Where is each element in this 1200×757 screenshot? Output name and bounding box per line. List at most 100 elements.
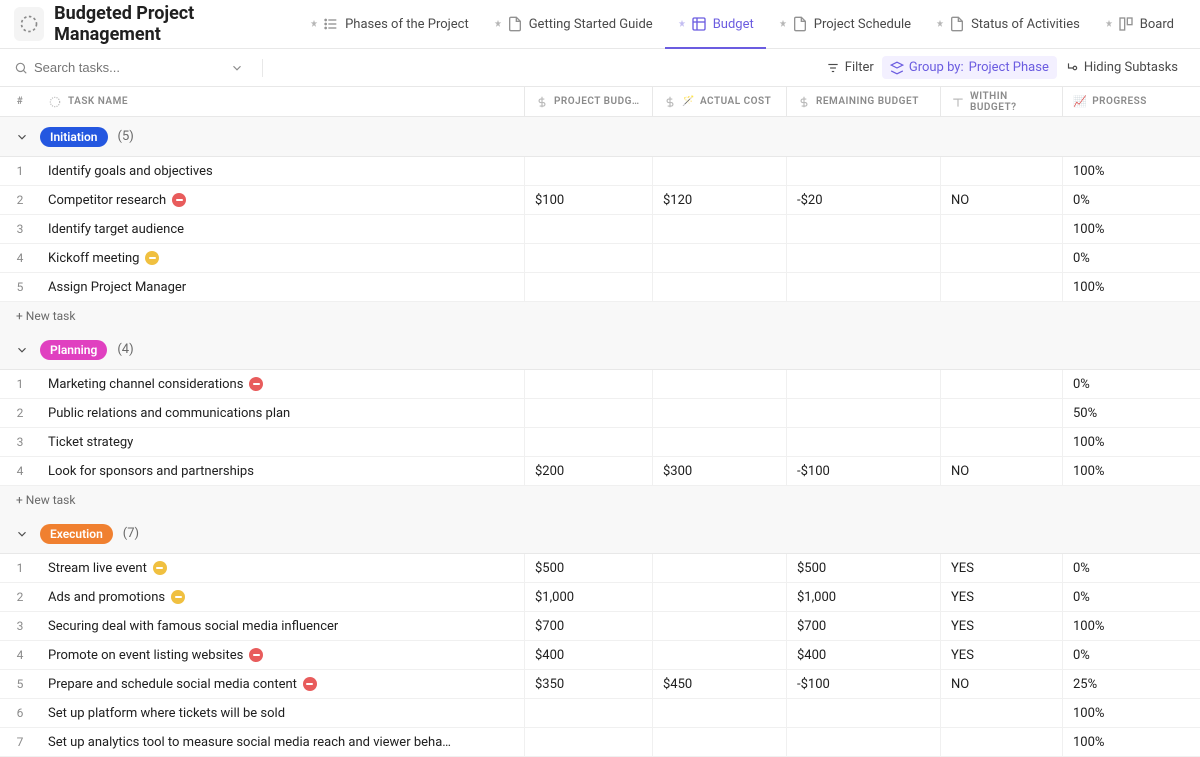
remaining-budget-cell[interactable] <box>786 157 940 185</box>
progress-cell[interactable]: 0% <box>1062 641 1200 669</box>
remaining-budget-cell[interactable]: -$100 <box>786 457 940 485</box>
actual-cost-cell[interactable] <box>652 370 786 398</box>
progress-cell[interactable]: 100% <box>1062 215 1200 243</box>
table-row[interactable]: 1Identify goals and objectives100% <box>0 157 1200 186</box>
tab-board[interactable]: Board <box>1092 0 1186 49</box>
remaining-budget-cell[interactable]: $700 <box>786 612 940 640</box>
remaining-budget-cell[interactable] <box>786 699 940 727</box>
table-row[interactable]: 3Ticket strategy100% <box>0 428 1200 457</box>
within-budget-cell[interactable]: YES <box>940 554 1062 582</box>
new-task-button[interactable]: + New task <box>0 486 1200 514</box>
table-row[interactable]: 4Promote on event listing websites$400$4… <box>0 641 1200 670</box>
filter-button[interactable]: Filter <box>818 56 882 79</box>
task-name-cell[interactable]: Identify goals and objectives <box>40 157 524 185</box>
progress-cell[interactable]: 100% <box>1062 699 1200 727</box>
task-name-cell[interactable]: Set up analytics tool to measure social … <box>40 728 524 756</box>
col-task-name[interactable]: TASK NAME <box>40 87 524 116</box>
table-row[interactable]: 3Identify target audience100% <box>0 215 1200 244</box>
table-row[interactable]: 2Public relations and communications pla… <box>0 399 1200 428</box>
table-row[interactable]: 4Kickoff meeting0% <box>0 244 1200 273</box>
col-actual-cost[interactable]: 🪄 ACTUAL COST <box>652 87 786 116</box>
table-row[interactable]: 7Set up analytics tool to measure social… <box>0 728 1200 757</box>
progress-cell[interactable]: 0% <box>1062 583 1200 611</box>
task-name-cell[interactable]: Competitor research <box>40 186 524 214</box>
actual-cost-cell[interactable] <box>652 273 786 301</box>
within-budget-cell[interactable] <box>940 273 1062 301</box>
task-name-cell[interactable]: Prepare and schedule social media conten… <box>40 670 524 698</box>
chevron-down-icon[interactable] <box>230 61 244 75</box>
remaining-budget-cell[interactable] <box>786 728 940 756</box>
task-name-cell[interactable]: Securing deal with famous social media i… <box>40 612 524 640</box>
remaining-budget-cell[interactable] <box>786 370 940 398</box>
chevron-down-icon[interactable] <box>14 129 30 145</box>
progress-cell[interactable]: 100% <box>1062 273 1200 301</box>
actual-cost-cell[interactable] <box>652 728 786 756</box>
actual-cost-cell[interactable] <box>652 399 786 427</box>
table-row[interactable]: 5Prepare and schedule social media conte… <box>0 670 1200 699</box>
remaining-budget-cell[interactable] <box>786 215 940 243</box>
actual-cost-cell[interactable] <box>652 583 786 611</box>
progress-cell[interactable]: 0% <box>1062 244 1200 272</box>
col-progress[interactable]: 📈 PROGRESS <box>1062 87 1200 116</box>
progress-cell[interactable]: 100% <box>1062 728 1200 756</box>
actual-cost-cell[interactable] <box>652 554 786 582</box>
remaining-budget-cell[interactable]: -$20 <box>786 186 940 214</box>
project-budget-cell[interactable] <box>524 728 652 756</box>
within-budget-cell[interactable] <box>940 728 1062 756</box>
project-budget-cell[interactable] <box>524 399 652 427</box>
actual-cost-cell[interactable] <box>652 244 786 272</box>
project-budget-cell[interactable] <box>524 157 652 185</box>
task-name-cell[interactable]: Assign Project Manager <box>40 273 524 301</box>
within-budget-cell[interactable] <box>940 428 1062 456</box>
table-row[interactable]: 3Securing deal with famous social media … <box>0 612 1200 641</box>
progress-cell[interactable]: 100% <box>1062 457 1200 485</box>
progress-cell[interactable]: 100% <box>1062 612 1200 640</box>
within-budget-cell[interactable] <box>940 244 1062 272</box>
within-budget-cell[interactable]: YES <box>940 583 1062 611</box>
task-name-cell[interactable]: Marketing channel considerations <box>40 370 524 398</box>
within-budget-cell[interactable]: YES <box>940 612 1062 640</box>
project-budget-cell[interactable]: $200 <box>524 457 652 485</box>
remaining-budget-cell[interactable] <box>786 244 940 272</box>
progress-cell[interactable]: 50% <box>1062 399 1200 427</box>
task-name-cell[interactable]: Public relations and communications plan <box>40 399 524 427</box>
col-remaining-budget[interactable]: REMAINING BUDGET <box>786 87 940 116</box>
col-project-budget[interactable]: PROJECT BUDG… <box>524 87 652 116</box>
table-row[interactable]: 1Stream live event$500$500YES0% <box>0 554 1200 583</box>
table-row[interactable]: 1Marketing channel considerations0% <box>0 370 1200 399</box>
actual-cost-cell[interactable] <box>652 215 786 243</box>
tab-budget[interactable]: Budget <box>665 0 766 49</box>
remaining-budget-cell[interactable]: $1,000 <box>786 583 940 611</box>
table-row[interactable]: 4Look for sponsors and partnerships$200$… <box>0 457 1200 486</box>
chevron-down-icon[interactable] <box>14 342 30 358</box>
tab-status-of-activities[interactable]: Status of Activities <box>923 0 1092 49</box>
actual-cost-cell[interactable] <box>652 157 786 185</box>
hiding-subtasks-button[interactable]: Hiding Subtasks <box>1057 56 1186 79</box>
within-budget-cell[interactable] <box>940 215 1062 243</box>
actual-cost-cell[interactable] <box>652 641 786 669</box>
group-header[interactable]: Execution(7) <box>0 514 1200 554</box>
project-budget-cell[interactable] <box>524 244 652 272</box>
groupby-button[interactable]: Group by: Project Phase <box>882 56 1057 79</box>
progress-cell[interactable]: 0% <box>1062 370 1200 398</box>
task-name-cell[interactable]: Promote on event listing websites <box>40 641 524 669</box>
within-budget-cell[interactable]: YES <box>940 641 1062 669</box>
actual-cost-cell[interactable] <box>652 428 786 456</box>
remaining-budget-cell[interactable] <box>786 273 940 301</box>
progress-cell[interactable]: 25% <box>1062 670 1200 698</box>
project-budget-cell[interactable] <box>524 370 652 398</box>
remaining-budget-cell[interactable] <box>786 399 940 427</box>
new-task-button[interactable]: + New task <box>0 302 1200 330</box>
within-budget-cell[interactable] <box>940 399 1062 427</box>
within-budget-cell[interactable]: NO <box>940 670 1062 698</box>
project-budget-cell[interactable] <box>524 273 652 301</box>
actual-cost-cell[interactable]: $300 <box>652 457 786 485</box>
project-budget-cell[interactable]: $700 <box>524 612 652 640</box>
project-budget-cell[interactable]: $1,000 <box>524 583 652 611</box>
actual-cost-cell[interactable] <box>652 612 786 640</box>
group-header[interactable]: Planning(4) <box>0 330 1200 370</box>
actual-cost-cell[interactable] <box>652 699 786 727</box>
project-budget-cell[interactable]: $400 <box>524 641 652 669</box>
actual-cost-cell[interactable]: $120 <box>652 186 786 214</box>
progress-cell[interactable]: 100% <box>1062 157 1200 185</box>
